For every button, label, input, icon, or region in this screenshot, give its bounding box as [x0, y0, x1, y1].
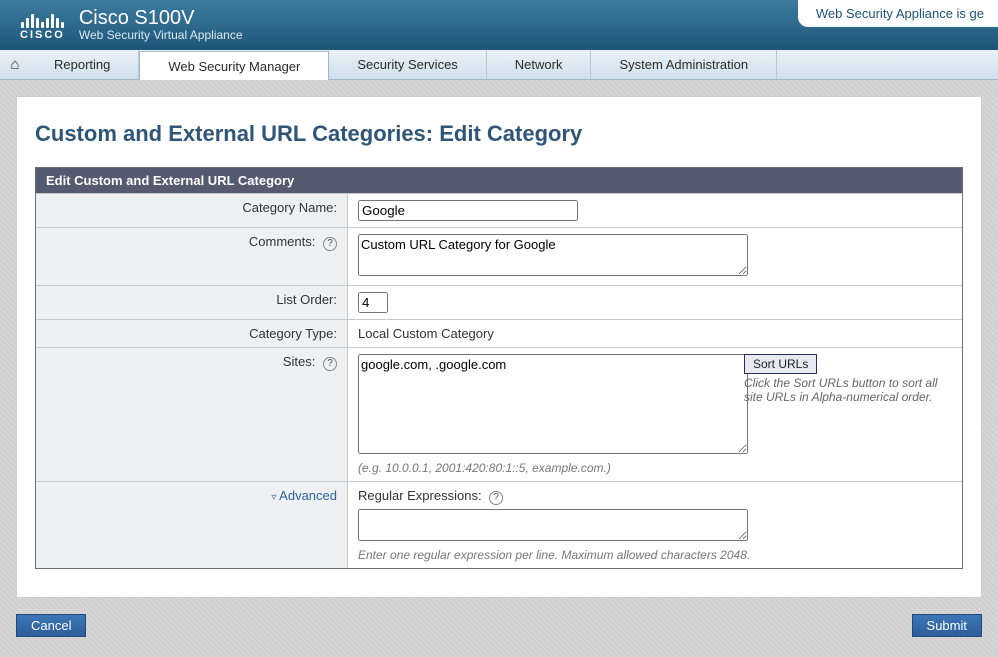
product-subtitle: Web Security Virtual Appliance	[79, 29, 243, 42]
nav-tab-web-security-manager[interactable]: Web Security Manager	[139, 51, 329, 80]
nav-tab-network[interactable]: Network	[487, 50, 592, 79]
regex-textarea[interactable]	[358, 509, 748, 541]
nav-tab-label: Security Services	[357, 57, 457, 72]
nav-tab-security-services[interactable]: Security Services	[329, 50, 486, 79]
row-category-name: Category Name:	[36, 193, 962, 227]
row-advanced: Advanced Regular Expressions: ? Enter on…	[36, 481, 962, 568]
cisco-logo: CISCO	[20, 10, 65, 41]
sort-urls-button[interactable]: Sort URLs	[744, 354, 817, 374]
app-header: CISCO Cisco S100V Web Security Virtual A…	[0, 0, 998, 50]
page-container: Custom and External URL Categories: Edit…	[16, 96, 982, 598]
edit-category-panel: Edit Custom and External URL Category Ca…	[35, 167, 963, 569]
help-icon[interactable]: ?	[489, 491, 503, 505]
page-title: Custom and External URL Categories: Edit…	[35, 121, 963, 147]
submit-button[interactable]: Submit	[912, 614, 982, 637]
cisco-wordmark: CISCO	[20, 29, 65, 41]
comments-textarea[interactable]	[358, 234, 748, 276]
nav-tab-label: Reporting	[54, 57, 110, 72]
label-regex: Regular Expressions:	[358, 488, 482, 503]
panel-header: Edit Custom and External URL Category	[36, 168, 962, 193]
row-category-type: Category Type: Local Custom Category	[36, 319, 962, 347]
button-row: Cancel Submit	[16, 614, 982, 637]
row-comments: Comments: ?	[36, 227, 962, 285]
label-category-type: Category Type:	[36, 320, 348, 347]
advanced-toggle[interactable]: Advanced	[271, 488, 337, 503]
row-sites: Sites: ? (e.g. 10.0.0.1, 2001:420:80:1::…	[36, 347, 962, 481]
list-order-input[interactable]	[358, 292, 388, 313]
nav-tab-reporting[interactable]: Reporting	[26, 50, 139, 79]
nav-tab-system-administration[interactable]: System Administration	[591, 50, 777, 79]
row-list-order: List Order:	[36, 285, 962, 319]
category-name-input[interactable]	[358, 200, 578, 221]
label-list-order: List Order:	[36, 286, 348, 319]
sites-textarea[interactable]	[358, 354, 748, 454]
regex-hint: Enter one regular expression per line. M…	[358, 548, 952, 562]
help-icon[interactable]: ?	[323, 357, 337, 371]
nav-tab-label: Web Security Manager	[168, 59, 300, 74]
sort-urls-desc: Click the Sort URLs button to sort all s…	[744, 376, 944, 404]
category-type-value: Local Custom Category	[348, 320, 962, 347]
home-icon[interactable]: ⌂	[4, 50, 26, 79]
help-icon[interactable]: ?	[323, 237, 337, 251]
cancel-button[interactable]: Cancel	[16, 614, 86, 637]
label-comments: Comments:	[249, 234, 315, 249]
warning-banner: Web Security Appliance is ge	[798, 0, 998, 27]
cisco-bars-icon	[21, 10, 64, 28]
product-name: Cisco S100V	[79, 7, 243, 29]
sort-urls-block: Sort URLs Click the Sort URLs button to …	[744, 354, 944, 404]
main-nav: ⌂ Reporting Web Security Manager Securit…	[0, 50, 998, 80]
product-block: Cisco S100V Web Security Virtual Applian…	[79, 7, 243, 42]
nav-tab-label: System Administration	[619, 57, 748, 72]
label-category-name: Category Name:	[36, 194, 348, 227]
label-sites: Sites:	[283, 354, 316, 369]
nav-tab-label: Network	[515, 57, 563, 72]
sites-example: (e.g. 10.0.0.1, 2001:420:80:1::5, exampl…	[358, 461, 952, 475]
